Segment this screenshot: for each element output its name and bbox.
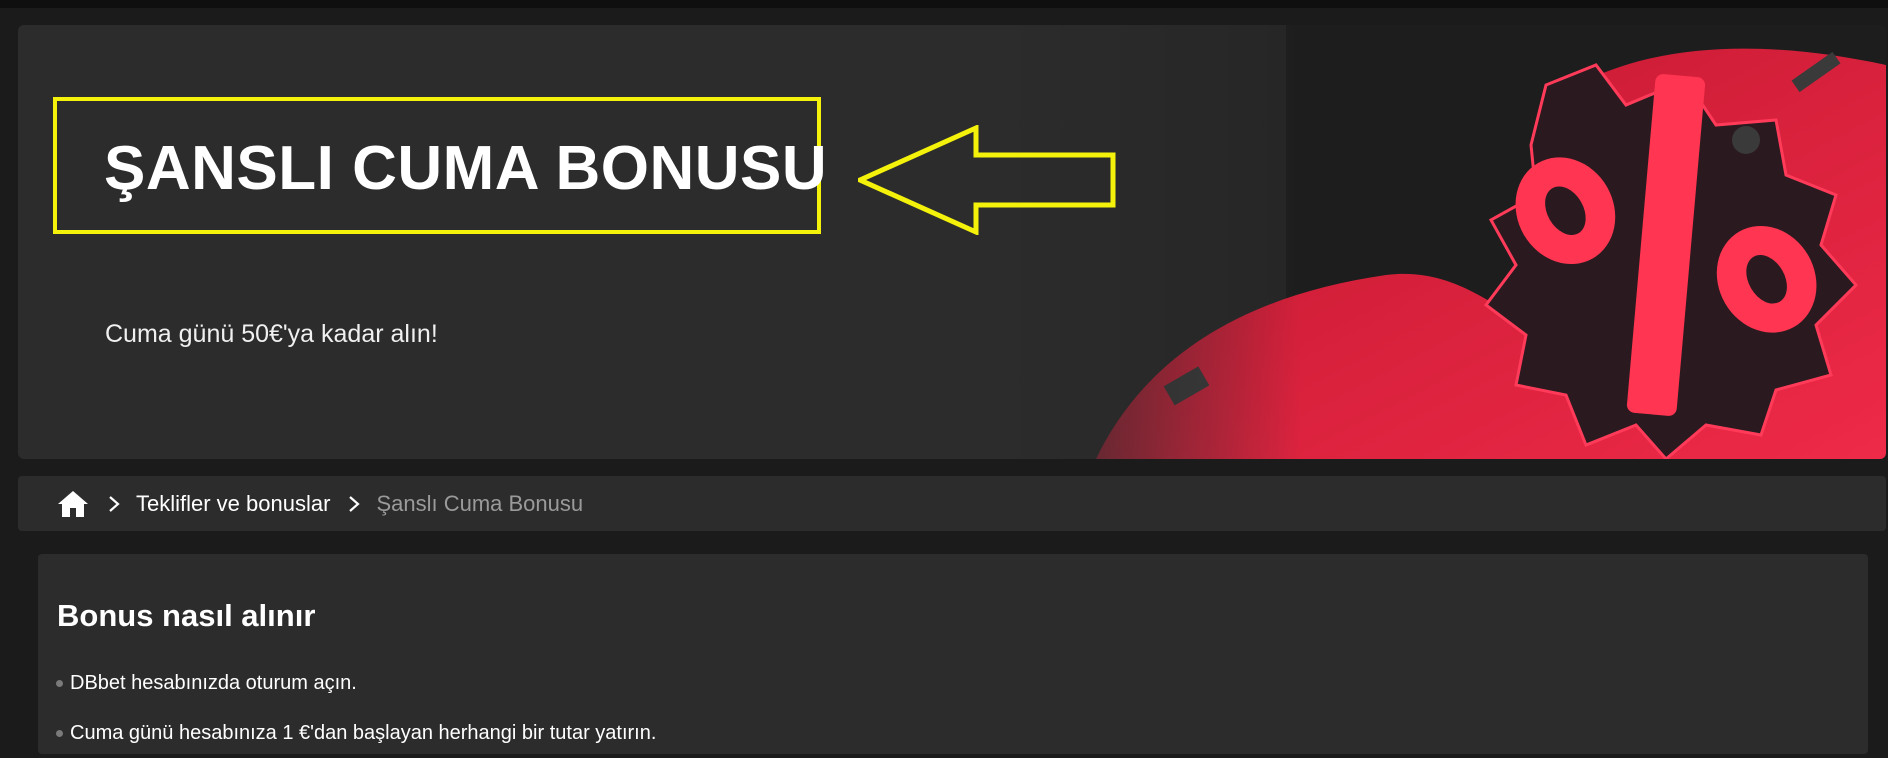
chevron-right-icon [348,494,362,514]
bullet-icon [56,729,63,737]
top-bar [0,0,1888,8]
step-text: DBbet hesabınızda oturum açın. [70,671,357,694]
percent-gift-icon [986,25,1886,459]
page-title: ŞANSLI CUMA BONUSU [104,134,828,203]
step-text: Cuma günü hesabınıza 1 €'dan başlayan he… [70,721,657,744]
breadcrumb-link-offers[interactable]: Teklifler ve bonuslar [136,491,330,517]
steps-list: DBbet hesabınızda oturum açın. Cuma günü… [56,658,656,758]
bullet-icon [56,679,63,687]
breadcrumb: Teklifler ve bonuslar Şanslı Cuma Bonusu [18,476,1886,531]
list-item: Cuma günü hesabınıza 1 €'dan başlayan he… [56,708,656,758]
promo-subtitle: Cuma günü 50€'ya kadar alın! [105,320,438,348]
arrow-left-icon [858,125,1116,235]
breadcrumb-current: Şanslı Cuma Bonusu [376,490,584,516]
section-title: Bonus nasıl alınır [57,598,316,633]
bonus-instructions: Bonus nasıl alınır DBbet hesabınızda otu… [38,554,1868,754]
promo-banner: ŞANSLI CUMA BONUSU Cuma günü 50€'ya kada… [18,25,1886,459]
home-icon[interactable] [56,489,90,519]
list-item: DBbet hesabınızda oturum açın. [56,658,656,708]
chevron-right-icon [108,494,122,514]
